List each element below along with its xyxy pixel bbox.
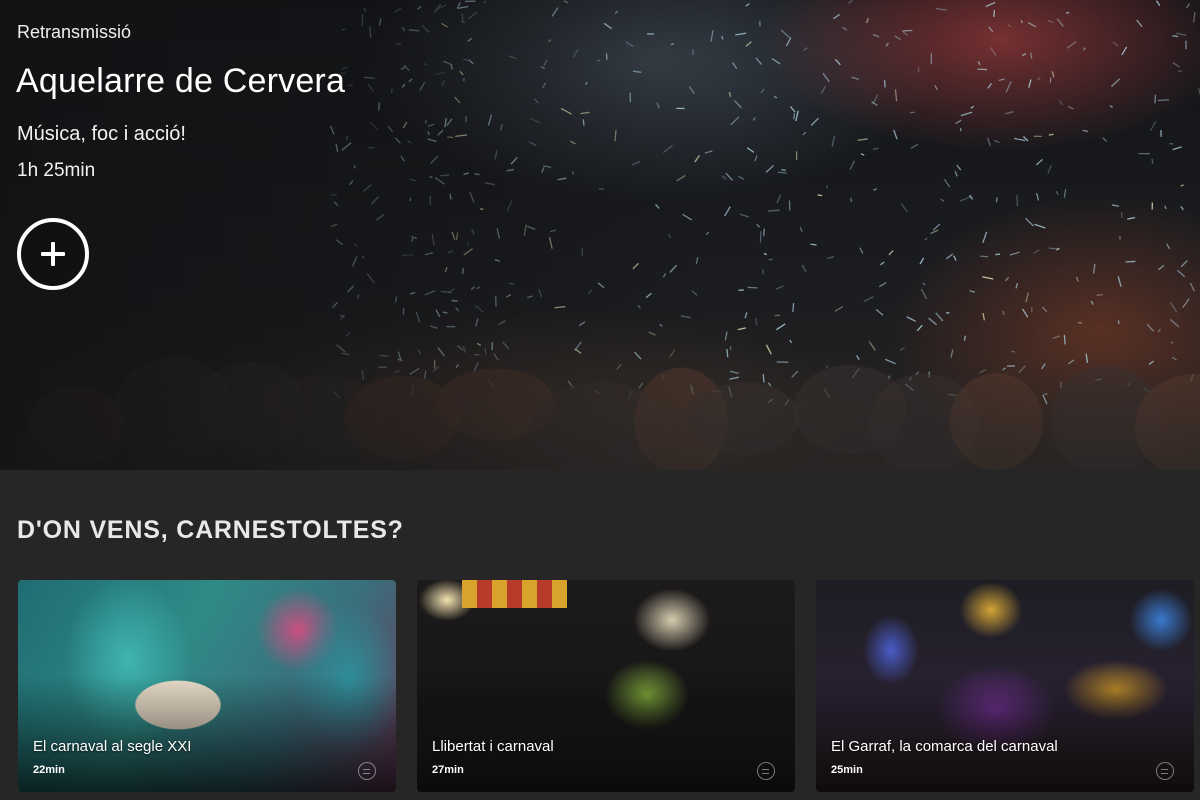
card-overlay [417, 580, 795, 792]
hero-title[interactable]: Aquelarre de Cervera [16, 62, 345, 101]
hero-duration: 1h 25min [17, 160, 96, 181]
card-duration: 27min [432, 764, 464, 776]
card-duration: 25min [831, 764, 863, 776]
hero-eyebrow: Retransmissió [17, 22, 132, 42]
video-card[interactable]: Llibertat i carnaval 27min [417, 580, 795, 792]
section-title: D'ON VENS, CARNESTOLTES? [17, 516, 404, 544]
card-title: El Garraf, la comarca del carnaval [831, 738, 1058, 755]
plus-icon [41, 242, 65, 266]
hero-subtitle: Música, foc i acció! [17, 123, 186, 145]
video-card[interactable]: El Garraf, la comarca del carnaval 25min [816, 580, 1194, 792]
card-title: El carnaval al segle XXI [33, 738, 192, 755]
card-duration: 22min [33, 764, 65, 776]
card-row: El carnaval al segle XXI 22min Llibertat… [18, 580, 1194, 792]
add-to-list-button[interactable] [17, 218, 89, 290]
card-overlay [18, 580, 396, 792]
channel-logo-icon [358, 762, 376, 780]
channel-logo-icon [1156, 762, 1174, 780]
card-overlay [816, 580, 1194, 792]
card-title: Llibertat i carnaval [432, 738, 554, 755]
channel-logo-icon [757, 762, 775, 780]
hero-banner[interactable]: Retransmissió Aquelarre de Cervera Músic… [0, 0, 1200, 470]
video-card[interactable]: El carnaval al segle XXI 22min [18, 580, 396, 792]
